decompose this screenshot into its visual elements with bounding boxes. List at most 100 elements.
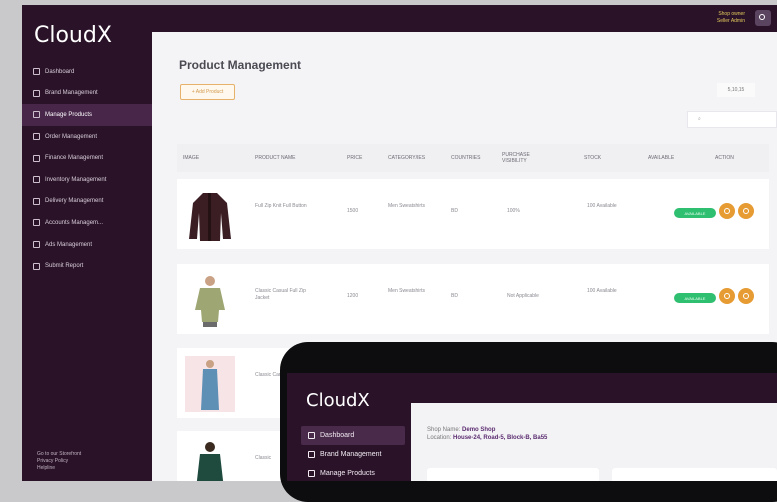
- product-category: Men Sweatshirts: [388, 288, 425, 294]
- user-info[interactable]: Shop owner Seller Admin: [717, 11, 745, 25]
- page-size-select[interactable]: 5,10,15: [717, 83, 755, 97]
- sidebar-item-label: Manage Products: [45, 111, 93, 118]
- privacy-link[interactable]: Privacy Policy: [37, 458, 117, 465]
- sidebar-item-manage-products[interactable]: Manage Products: [22, 104, 152, 126]
- search-input[interactable]: ⌕: [687, 111, 777, 128]
- sidebar: CloudX Dashboard Brand Management Manage…: [22, 5, 152, 481]
- products-icon: [33, 111, 40, 119]
- sidebar-item-accounts-management[interactable]: Accounts Managem...: [22, 212, 152, 234]
- sidebar-item-label: Finance Management: [45, 155, 104, 162]
- sidebar-item-label: Brand Management: [45, 90, 98, 97]
- sidebar-item-label: Ads Management: [45, 241, 93, 248]
- edit-icon[interactable]: [719, 203, 735, 219]
- tablet-item-brand-management[interactable]: Brand Management: [301, 445, 405, 464]
- sidebar-item-submit-report[interactable]: Submit Report: [22, 255, 152, 277]
- column-header: STOCK: [584, 155, 602, 161]
- product-category: Men Sweatshirts: [388, 203, 425, 209]
- sidebar-item-inventory-management[interactable]: Inventory Management: [22, 169, 152, 191]
- tablet-brand-logo: CloudX: [306, 390, 370, 411]
- column-header: PURCHASE VISIBILITY: [502, 152, 530, 164]
- sidebar-item-label: Submit Report: [45, 263, 84, 270]
- table-row[interactable]: Classic Casual Full Zip Jacket 1200 Men …: [177, 264, 769, 334]
- table-header: IMAGE PRODUCT NAME PRICE CATEGORY/IES CO…: [177, 144, 769, 172]
- product-image: [195, 276, 225, 327]
- product-countries: BD: [451, 293, 458, 299]
- ads-icon: [33, 241, 40, 249]
- tablet-nav: Dashboard Brand Management Manage Produc…: [301, 426, 405, 481]
- shop-name-label: Shop Name:: [427, 427, 461, 433]
- brand-icon: [33, 89, 40, 97]
- tablet-item-dashboard[interactable]: Dashboard: [301, 426, 405, 445]
- storefront-link[interactable]: Go to our Storefront: [37, 451, 117, 458]
- add-product-button[interactable]: + Add Product: [180, 84, 235, 100]
- sidebar-item-label: Accounts Managem...: [45, 219, 104, 226]
- products-icon: [308, 470, 315, 477]
- dashboard-icon: [33, 68, 40, 76]
- dashboard-icon: [308, 432, 315, 439]
- product-visibility: 100%: [507, 208, 520, 214]
- column-header: IMAGE: [183, 155, 200, 161]
- sidebar-item-ads-management[interactable]: Ads Management: [22, 234, 152, 256]
- finance-icon: [33, 154, 40, 162]
- accounts-icon: [33, 219, 40, 227]
- brand-logo: CloudX: [34, 23, 112, 48]
- search-icon: ⌕: [698, 116, 701, 122]
- product-name: Full Zip Knit Full Button: [255, 203, 307, 209]
- column-header: ACTION: [715, 155, 734, 161]
- sidebar-item-brand-management[interactable]: Brand Management: [22, 83, 152, 105]
- column-header: PRODUCT NAME: [255, 155, 296, 161]
- product-image: [196, 442, 224, 481]
- delivery-icon: [33, 197, 40, 205]
- tablet-item-label: Manage Products: [320, 470, 375, 477]
- delete-icon[interactable]: [738, 288, 754, 304]
- status-badge: AVAILABLE: [674, 208, 716, 218]
- tablet-item-label: Brand Management: [320, 451, 382, 458]
- column-header: PRICE: [347, 155, 363, 161]
- brand-icon: [308, 451, 315, 458]
- helpline-link[interactable]: Helpline: [37, 465, 117, 472]
- sidebar-item-dashboard[interactable]: Dashboard: [22, 61, 152, 83]
- sidebar-item-label: Dashboard: [45, 68, 75, 75]
- sidebar-nav: Dashboard Brand Management Manage Produc…: [22, 61, 152, 277]
- product-visibility: Not Applicable: [507, 293, 539, 299]
- report-icon: [33, 262, 40, 270]
- sidebar-item-label: Inventory Management: [45, 176, 107, 183]
- tablet-sidebar: CloudX Dashboard Brand Management Manage…: [287, 373, 411, 481]
- column-header: CATEGORY/IES: [388, 155, 426, 161]
- product-stock: 100 Available: [587, 288, 617, 294]
- tablet-topbar: [411, 373, 777, 403]
- column-header: AVAILABLE: [648, 155, 675, 161]
- table-row[interactable]: Full Zip Knit Full Button 1500 Men Sweat…: [177, 179, 769, 249]
- stat-card: [612, 468, 777, 481]
- product-name: Classic Casual Full Zip Jacket: [255, 288, 306, 301]
- page-title: Product Management: [179, 58, 302, 72]
- column-header: COUNTRIES: [451, 155, 481, 161]
- inventory-icon: [33, 176, 40, 184]
- tablet-screen: CloudX Dashboard Brand Management Manage…: [287, 373, 777, 481]
- user-name: Shop owner: [718, 11, 745, 17]
- user-role: Seller Admin: [716, 18, 745, 24]
- shop-location: House-24, Road-5, Block-B, Ba55: [453, 435, 548, 441]
- user-menu-icon[interactable]: [755, 10, 771, 26]
- status-badge: AVAILABLE: [674, 293, 716, 303]
- sidebar-item-label: Order Management: [45, 133, 98, 140]
- sidebar-item-label: Delivery Management: [45, 198, 104, 205]
- product-image: [189, 193, 231, 241]
- product-countries: BD: [451, 208, 458, 214]
- shop-info: Shop Name: Demo Shop Location: House-24,…: [427, 426, 547, 442]
- location-label: Location:: [427, 435, 452, 441]
- delete-icon[interactable]: [738, 203, 754, 219]
- sidebar-item-order-management[interactable]: Order Management: [22, 126, 152, 148]
- shop-name: Demo Shop: [462, 427, 496, 433]
- stat-card: [427, 468, 599, 481]
- topbar: Shop owner Seller Admin: [152, 5, 777, 32]
- order-icon: [33, 133, 40, 141]
- tablet-item-label: Dashboard: [320, 432, 355, 439]
- sidebar-footer: Go to our Storefront Privacy Policy Help…: [37, 451, 117, 472]
- edit-icon[interactable]: [719, 288, 735, 304]
- tablet-item-manage-products[interactable]: Manage Products: [301, 464, 405, 481]
- product-stock: 100 Available: [587, 203, 617, 209]
- product-image: [185, 356, 235, 412]
- sidebar-item-delivery-management[interactable]: Delivery Management: [22, 191, 152, 213]
- sidebar-item-finance-management[interactable]: Finance Management: [22, 147, 152, 169]
